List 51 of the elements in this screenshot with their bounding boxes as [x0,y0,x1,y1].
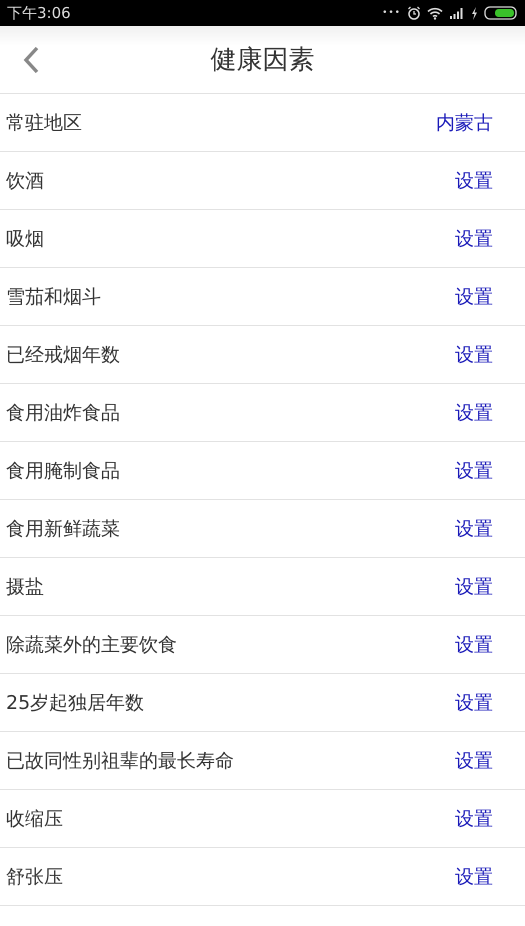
settings-row[interactable]: 食用腌制食品 设置 [0,442,525,500]
settings-row[interactable]: 雪茄和烟斗 设置 [0,268,525,326]
row-label: 食用腌制食品 [6,458,120,484]
status-time: 下午3:06 [7,4,71,22]
signal-icon [449,7,465,19]
row-label: 舒张压 [6,864,63,890]
row-value-link[interactable]: 设置 [455,632,493,658]
row-label: 25岁起独居年数 [6,690,144,716]
page-title: 健康因素 [210,44,314,77]
settings-row[interactable]: 常驻地区 内蒙古 [0,94,525,152]
row-label: 已经戒烟年数 [6,342,120,368]
settings-row[interactable]: 吸烟 设置 [0,210,525,268]
row-value-link[interactable]: 设置 [455,574,493,600]
row-label: 除蔬菜外的主要饮食 [6,632,177,658]
row-value-link[interactable]: 设置 [455,864,493,890]
row-label: 收缩压 [6,806,63,832]
settings-row[interactable]: 食用新鲜蔬菜 设置 [0,500,525,558]
row-value-link[interactable]: 设置 [455,748,493,774]
back-icon[interactable] [23,46,39,74]
settings-row[interactable]: 已经戒烟年数 设置 [0,326,525,384]
row-value-link[interactable]: 设置 [455,342,493,368]
row-label: 食用油炸食品 [6,400,120,426]
alarm-icon [407,6,421,20]
settings-row[interactable]: 除蔬菜外的主要饮食 设置 [0,616,525,674]
settings-row[interactable]: 舒张压 设置 [0,848,525,906]
row-value-link[interactable]: 设置 [455,458,493,484]
battery-icon [484,6,518,20]
row-value-link[interactable]: 设置 [455,168,493,194]
settings-row[interactable]: 收缩压 设置 [0,790,525,848]
row-label: 雪茄和烟斗 [6,284,101,310]
row-label: 饮酒 [6,168,44,194]
charging-icon [471,6,478,20]
row-value-link[interactable]: 设置 [455,400,493,426]
row-value-link[interactable]: 内蒙古 [436,110,493,136]
row-label: 吸烟 [6,226,44,252]
wifi-icon [427,6,443,20]
row-label: 摄盐 [6,574,44,600]
row-value-link[interactable]: 设置 [455,806,493,832]
row-value-link[interactable]: 设置 [455,226,493,252]
settings-row[interactable]: 食用油炸食品 设置 [0,384,525,442]
row-value-link[interactable]: 设置 [455,284,493,310]
settings-row[interactable]: 摄盐 设置 [0,558,525,616]
row-label: 常驻地区 [6,110,82,136]
row-value-link[interactable]: 设置 [455,690,493,716]
row-label: 已故同性别祖辈的最长寿命 [6,748,234,774]
settings-row[interactable]: 已故同性别祖辈的最长寿命 设置 [0,732,525,790]
settings-row[interactable]: 25岁起独居年数 设置 [0,674,525,732]
more-dots: ••• [382,8,401,18]
row-value-link[interactable]: 设置 [455,516,493,542]
settings-row[interactable]: 饮酒 设置 [0,152,525,210]
row-label: 食用新鲜蔬菜 [6,516,120,542]
